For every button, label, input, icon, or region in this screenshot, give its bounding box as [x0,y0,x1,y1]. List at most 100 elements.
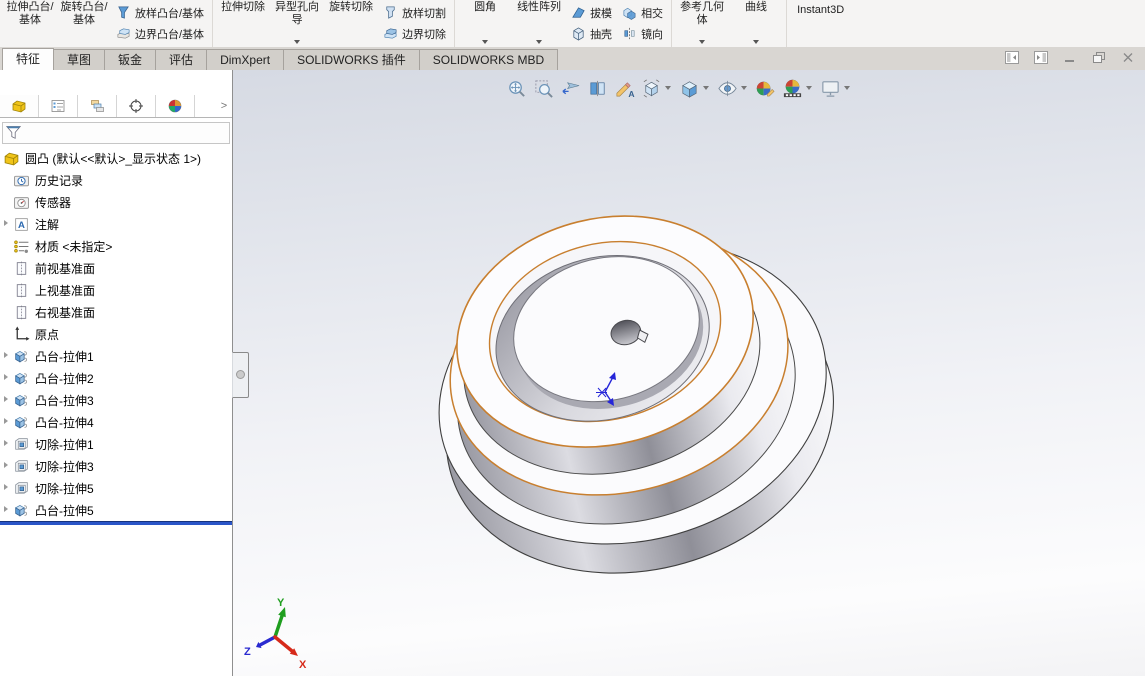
curves-button[interactable]: 曲线 [729,0,783,47]
extruded-boss-base-button[interactable]: 拉伸凸台/基体 [3,0,57,47]
boundary-boss-base-button[interactable]: 边界凸台/基体 [111,23,209,44]
display-style-button[interactable] [676,76,703,100]
tab-sheet-metal[interactable]: 钣金 [104,49,157,70]
panel-splitter-handle[interactable] [232,352,249,398]
section-view-button[interactable] [584,76,611,100]
sensors-icon [13,194,30,211]
curves-dropdown-icon[interactable] [753,40,760,44]
cut-extrude-icon [13,436,30,453]
view-settings-button[interactable] [817,76,844,100]
graphics-viewport[interactable]: A Y Z X [233,70,1145,676]
expand-arrow-icon[interactable] [0,499,13,521]
fillet-button[interactable]: 圆角 [458,0,512,47]
apply-scene-button[interactable] [779,76,806,100]
restore-button[interactable] [1092,51,1106,64]
lofted-boss-base-button[interactable]: 放样凸台/基体 [111,2,209,23]
expand-arrow-icon[interactable] [0,367,13,389]
annotation-view-button[interactable]: A [611,76,638,100]
tab-solidworks-mbd[interactable]: SOLIDWORKS MBD [418,49,559,70]
triad-z-label: Z [244,646,251,658]
tree-root-item[interactable]: 圆凸 (默认<<默认>_显示状态 1>) [0,147,232,169]
draft-label: 拔模 [590,7,613,20]
display-style-dropdown-icon[interactable] [703,86,709,90]
previous-view-button[interactable] [557,76,584,100]
expand-arrow-slot [0,169,13,191]
extruded-cut-button[interactable]: 拉伸切除 [216,0,270,47]
minimize-button[interactable] [1063,51,1077,64]
tree-item[interactable]: 切除-拉伸5 [0,477,232,499]
apply-scene-dropdown-icon[interactable] [806,86,812,90]
shell-label: 抽壳 [590,28,613,41]
hide-show-items-button[interactable] [714,76,741,100]
tree-item-label: 原点 [35,327,60,342]
revolved-boss-base-button[interactable]: 旋转凸台/基体 [57,0,111,47]
propertymanager-tab[interactable] [39,95,78,117]
hole-wizard-dropdown-icon[interactable] [294,40,301,44]
tree-filter[interactable] [2,122,230,144]
revolved-cut-button[interactable]: 旋转切除 [324,0,378,47]
view-orientation-dropdown-icon[interactable] [665,86,671,90]
reference-geometry-dropdown-icon[interactable] [699,40,706,44]
expand-arrow-icon[interactable] [0,213,13,235]
instant3d-toggle[interactable]: Instant3D [787,0,854,47]
view-orientation-button[interactable] [638,76,665,100]
tree-item[interactable]: 切除-拉伸3 [0,455,232,477]
rollback-bar[interactable] [0,521,232,525]
dimxpertmanager-tab[interactable] [117,95,156,117]
tab-solidworks-addins[interactable]: SOLIDWORKS 插件 [283,49,420,70]
model-3d[interactable]: Y Z X [233,70,1145,676]
expand-arrow-icon[interactable] [0,345,13,367]
boundary-cut-button[interactable]: 边界切除 [378,23,451,44]
tab-evaluate[interactable]: 评估 [155,49,208,70]
hole-wizard-button[interactable]: 异型孔向导 [270,0,324,47]
tree-item[interactable]: 原点 [0,323,232,345]
tree-item[interactable]: 凸台-拉伸3 [0,389,232,411]
fillet-dropdown-icon[interactable] [482,40,489,44]
zoom-to-area-button[interactable] [530,76,557,100]
tree-item[interactable]: 材质 <未指定> [0,235,232,257]
displaymanager-tab[interactable] [156,95,195,117]
tab-dimxpert[interactable]: DimXpert [206,49,285,70]
configurationmanager-tab[interactable] [78,95,117,117]
expand-arrow-icon[interactable] [0,477,13,499]
expand-arrow-icon[interactable] [0,455,13,477]
tree-item[interactable]: 传感器 [0,191,232,213]
tree-item[interactable]: 历史记录 [0,169,232,191]
tree-item[interactable]: 上视基准面 [0,279,232,301]
intersect-button[interactable]: 相交 [617,2,668,23]
tree-item[interactable]: 前视基准面 [0,257,232,279]
tree-item[interactable]: 凸台-拉伸5 [0,499,232,521]
tree-item[interactable]: 凸台-拉伸4 [0,411,232,433]
linear-pattern-dropdown-icon[interactable] [536,40,543,44]
manager-flyout-expand[interactable]: > [216,95,232,117]
tree-item[interactable]: 凸台-拉伸1 [0,345,232,367]
mirror-label: 镜向 [641,28,664,41]
lofted-cut-button[interactable]: 放样切割 [378,2,451,23]
close-button[interactable] [1121,51,1135,64]
pane-right-button[interactable] [1034,51,1048,64]
view-settings-dropdown-icon[interactable] [844,86,850,90]
linear-pattern-button[interactable]: 线性阵列 [512,0,566,47]
mirror-button[interactable]: 镜向 [617,23,668,44]
hide-show-items-dropdown-icon[interactable] [741,86,747,90]
shell-icon [571,26,586,41]
tree-item[interactable]: A 注解 [0,213,232,235]
lofted-cut-label: 放样切割 [402,7,447,20]
shell-button[interactable]: 抽壳 [566,23,617,44]
tab-features[interactable]: 特征 [2,48,55,70]
tree-item[interactable]: 凸台-拉伸2 [0,367,232,389]
tree-item[interactable]: 切除-拉伸1 [0,433,232,455]
expand-arrow-icon[interactable] [0,411,13,433]
expand-arrow-icon[interactable] [0,433,13,455]
config-stack-icon [89,98,105,114]
expand-arrow-icon[interactable] [0,389,13,411]
featuremanager-tab[interactable] [0,95,39,117]
edit-appearance-button[interactable] [752,76,779,100]
draft-icon [571,5,586,20]
zoom-to-fit-button[interactable] [503,76,530,100]
pane-left-button[interactable] [1005,51,1019,64]
tab-sketch[interactable]: 草图 [53,49,106,70]
draft-button[interactable]: 拔模 [566,2,617,23]
tree-item[interactable]: 右视基准面 [0,301,232,323]
reference-geometry-button[interactable]: 参考几何体 [675,0,729,47]
